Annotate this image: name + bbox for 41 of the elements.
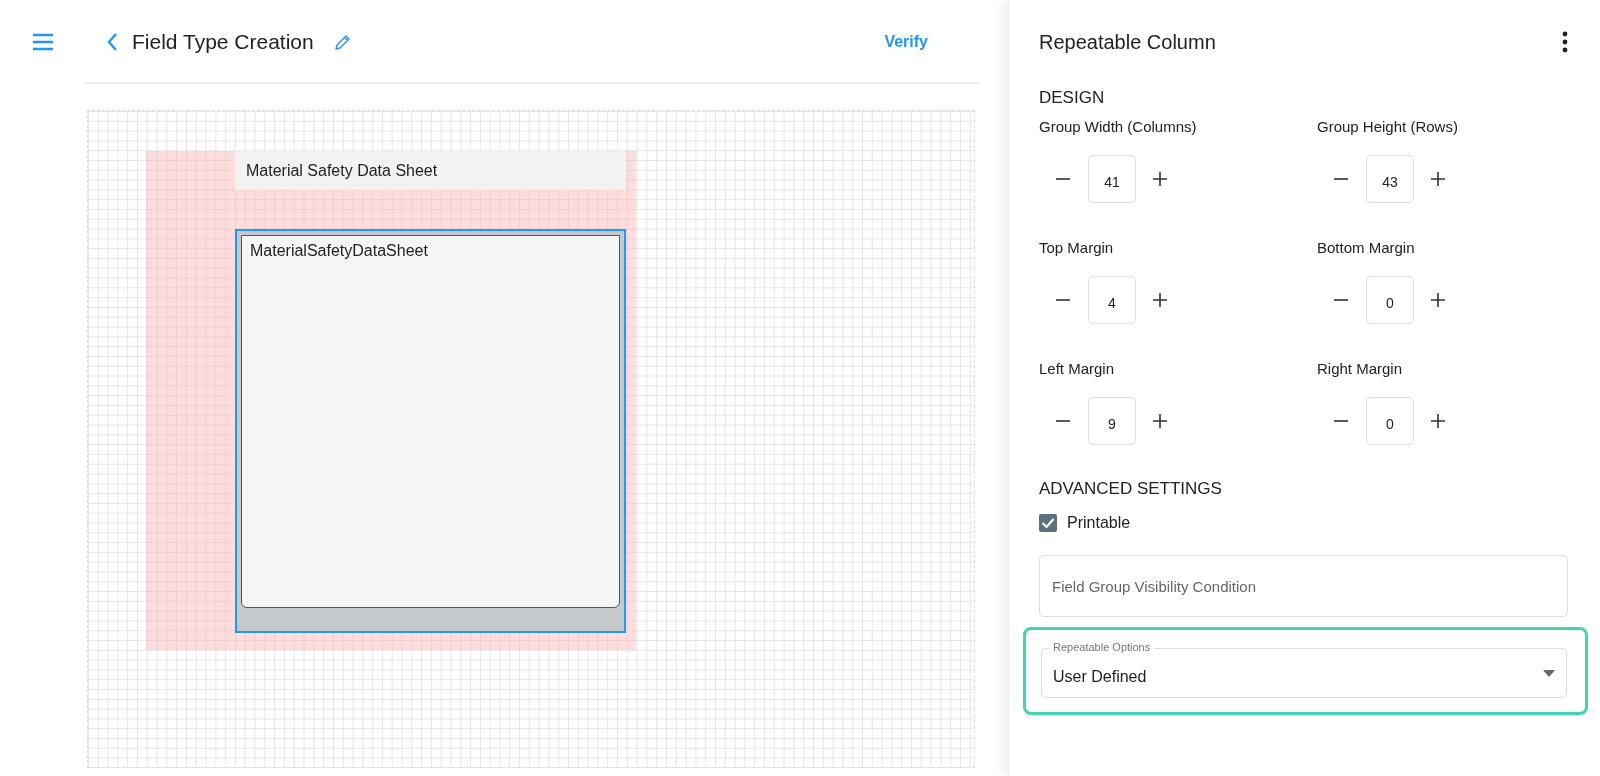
field-label: Repeatable Options	[1049, 640, 1155, 655]
group-title: Material Safety Data Sheet	[235, 151, 626, 190]
section-heading: DESIGN	[1039, 88, 1106, 108]
section-heading: ADVANCED SETTINGS	[1039, 479, 1223, 499]
plus-icon	[1153, 172, 1167, 186]
pencil-icon[interactable]	[333, 33, 352, 51]
plus-icon	[1431, 293, 1445, 307]
number-field[interactable]: 43	[1366, 155, 1414, 203]
back-icon[interactable]	[106, 32, 118, 52]
minus-icon	[1334, 299, 1348, 301]
stepper-label: Right Margin	[1317, 360, 1404, 377]
caret-icon	[1543, 669, 1555, 677]
number-field[interactable]: 0	[1366, 276, 1414, 324]
number-field[interactable]: 41	[1088, 155, 1136, 203]
page-title: Field Type Creation	[132, 30, 314, 54]
plus-icon	[1153, 293, 1167, 307]
minus-icon	[1056, 178, 1070, 180]
field-name: MaterialSafetyDataSheet	[250, 242, 428, 259]
minus-icon	[1056, 420, 1070, 422]
minus-icon	[1334, 178, 1348, 180]
stepper-label: Group Width (Columns)	[1039, 118, 1198, 135]
plus-icon	[1431, 414, 1445, 428]
plus-icon	[1153, 414, 1167, 428]
plus-icon	[1431, 172, 1445, 186]
menu-icon[interactable]	[32, 33, 54, 51]
minus-icon	[1334, 420, 1348, 422]
checkbox[interactable]	[1039, 514, 1057, 532]
input-field[interactable]: Field Group Visibility Condition	[1039, 555, 1568, 617]
stepper-label: Bottom Margin	[1317, 239, 1416, 256]
panel-title: Repeatable Column	[1039, 30, 1216, 54]
more-icon[interactable]	[1562, 31, 1568, 53]
minus-icon	[1056, 299, 1070, 301]
dropdown-field[interactable]: Repeatable Options User Defined	[1041, 640, 1567, 698]
repeatable-field[interactable]: MaterialSafetyDataSheet	[235, 229, 626, 633]
stepper-label: Group Height (Rows)	[1317, 118, 1459, 135]
stepper-label: Left Margin	[1039, 360, 1116, 377]
stepper-label: Top Margin	[1039, 239, 1115, 256]
checkbox-label: Printable	[1067, 514, 1131, 532]
number-field[interactable]: 0	[1366, 397, 1414, 445]
number-field[interactable]: 9	[1088, 397, 1136, 445]
number-field[interactable]: 4	[1088, 276, 1136, 324]
